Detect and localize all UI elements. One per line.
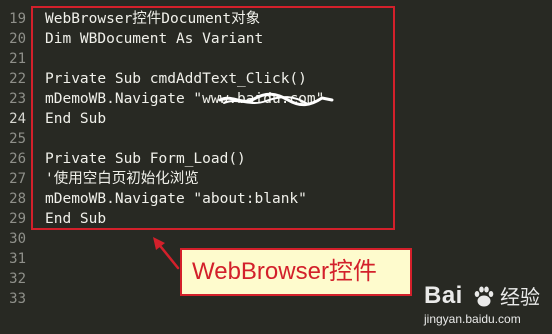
line-number: 19 — [9, 11, 26, 27]
line-number: 23 — [9, 91, 26, 107]
watermark-site-text: jingyan.baidu.com — [424, 312, 521, 326]
line-number: 32 — [9, 271, 26, 287]
baidu-jingyan-watermark: Bai 经验 jingyan.baidu.com — [420, 282, 550, 332]
watermark-brand-text: Bai — [424, 282, 463, 309]
paw-icon — [474, 286, 494, 307]
line-number: 21 — [9, 51, 26, 67]
annotation-callout-label: WebBrowser控件 — [180, 248, 412, 296]
line-number: 28 — [9, 191, 26, 207]
line-number-gutter: 19 20 21 22 23 24 25 26 27 28 29 30 31 3… — [0, 0, 30, 334]
line-number: 22 — [9, 71, 26, 87]
line-number: 27 — [9, 171, 26, 187]
line-number-active: 24 — [9, 111, 26, 127]
line-number: 31 — [9, 251, 26, 267]
watermark-suffix-text: 经验 — [500, 287, 540, 309]
line-number: 30 — [9, 231, 26, 247]
line-number: 26 — [9, 151, 26, 167]
line-number: 29 — [9, 211, 26, 227]
line-number: 20 — [9, 31, 26, 47]
line-number: 25 — [9, 131, 26, 147]
line-number: 33 — [9, 291, 26, 307]
annotation-highlight-box — [31, 6, 395, 230]
